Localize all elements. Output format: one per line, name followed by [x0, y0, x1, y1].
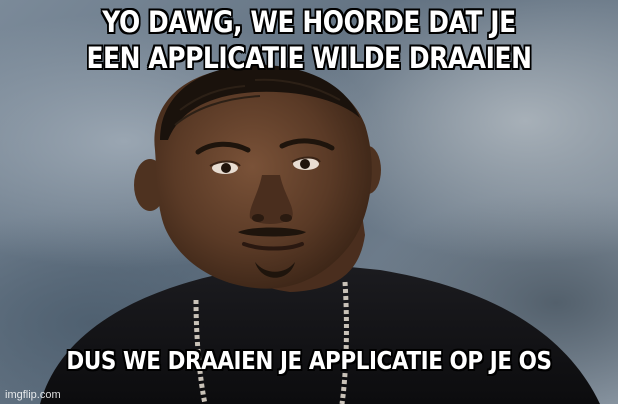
- top-caption-line-2: EEN APPLICATIE WILDE DRAAIEN: [86, 41, 532, 75]
- imgflip-watermark: imgflip.com: [5, 389, 61, 401]
- top-caption-line-1: YO DAWG, WE HOORDE DAT JE: [102, 5, 516, 39]
- meme-image: YO DAWG, WE HOORDE DAT JE EEN APPLICATIE…: [0, 0, 618, 404]
- bottom-caption: DUS WE DRAAIEN JE APPLICATIE OP JE OS: [66, 346, 552, 375]
- top-caption: YO DAWG, WE HOORDE DAT JE EEN APPLICATIE…: [43, 4, 574, 76]
